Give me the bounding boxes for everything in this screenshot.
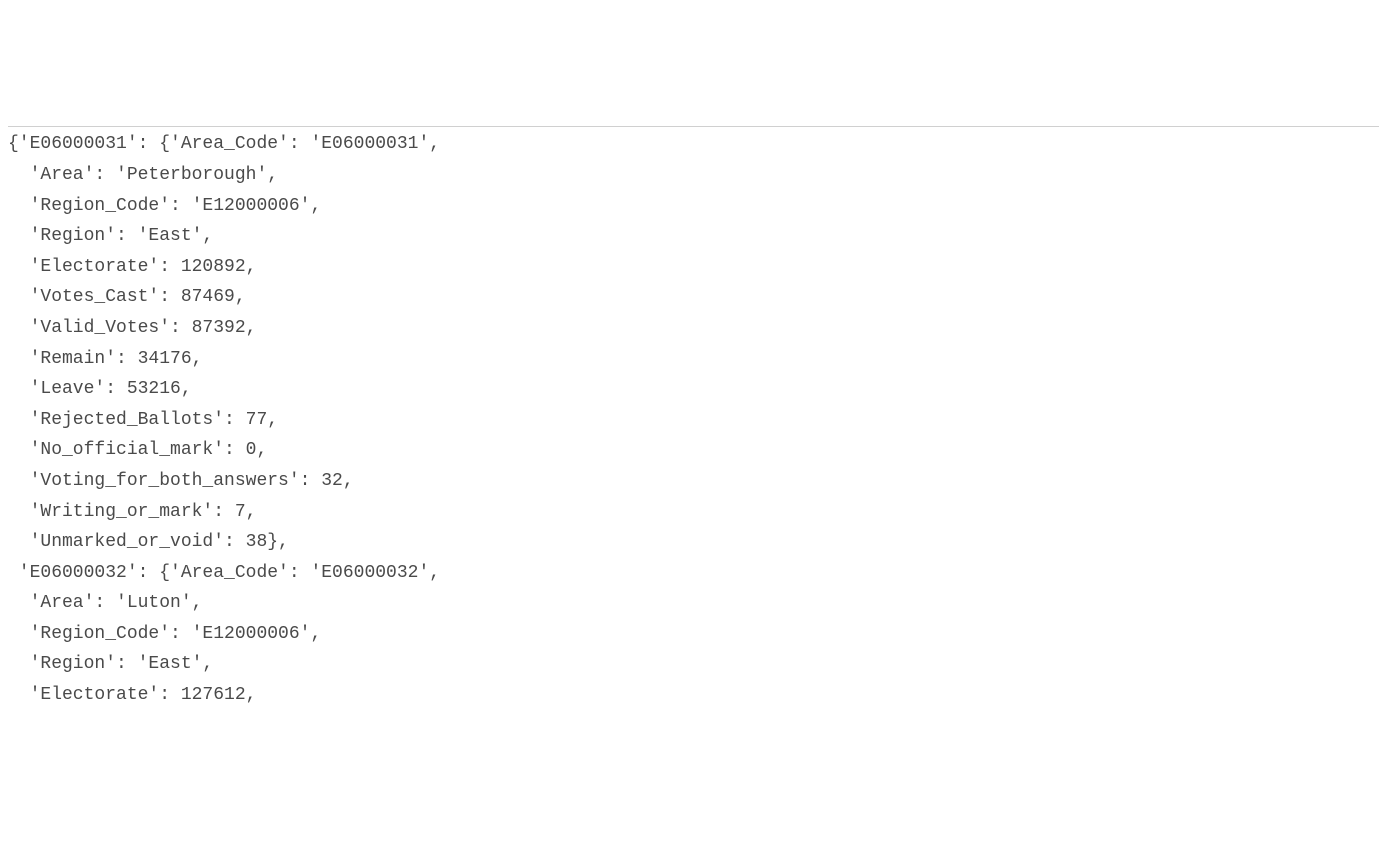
code-output-block: {'E06000031': {'Area_Code': 'E06000031',…	[8, 126, 1379, 710]
code-line: 'Writing_or_mark': 7,	[8, 502, 256, 522]
code-line: 'Remain': 34176,	[8, 349, 202, 369]
code-line: 'Unmarked_or_void': 38},	[8, 532, 289, 552]
code-line: 'Region_Code': 'E12000006',	[8, 196, 321, 216]
code-line: 'Area': 'Peterborough',	[8, 165, 278, 185]
code-line: 'Region_Code': 'E12000006',	[8, 624, 321, 644]
code-line: 'E06000032': {'Area_Code': 'E06000032',	[8, 563, 440, 583]
code-line: 'Region': 'East',	[8, 226, 213, 246]
code-line: 'Voting_for_both_answers': 32,	[8, 471, 354, 491]
code-line: 'Votes_Cast': 87469,	[8, 287, 246, 307]
code-line: 'Electorate': 127612,	[8, 685, 256, 705]
code-line: 'Region': 'East',	[8, 654, 213, 674]
code-line: {'E06000031': {'Area_Code': 'E06000031',	[8, 134, 440, 154]
code-line: 'Area': 'Luton',	[8, 593, 202, 613]
code-line: 'Electorate': 120892,	[8, 257, 256, 277]
code-line: 'No_official_mark': 0,	[8, 440, 267, 460]
code-line: 'Leave': 53216,	[8, 379, 192, 399]
code-line: 'Rejected_Ballots': 77,	[8, 410, 278, 430]
code-line: 'Valid_Votes': 87392,	[8, 318, 256, 338]
